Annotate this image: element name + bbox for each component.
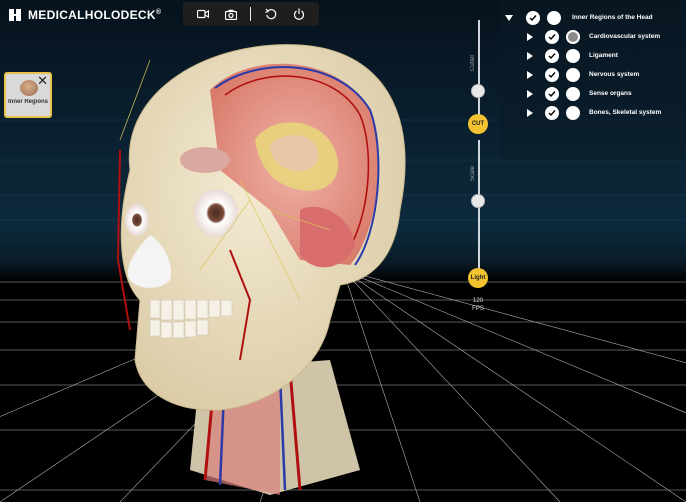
tree-row-cardiovascular: Cardiovascular system (505, 27, 686, 46)
model-card-label: Inner Regions ... (8, 99, 50, 105)
brand-logo-group: MEDICALHOLODECK® (8, 8, 161, 22)
fps-counter: 120 FPS (466, 297, 490, 313)
opacity-toggle[interactable] (566, 105, 580, 120)
visibility-checkbox[interactable] (545, 105, 559, 120)
tree-label-inner-regions: Inner Regions of the Head (572, 14, 653, 21)
power-icon (293, 8, 304, 20)
checkmark-icon (548, 90, 556, 97)
video-camera-icon (197, 9, 210, 19)
tree-row-ligament: Ligament (505, 46, 686, 65)
power-button[interactable] (290, 5, 308, 23)
camera-icon (225, 9, 238, 20)
light-button[interactable]: Light (468, 268, 488, 288)
cutter-label: Cutter (470, 54, 476, 72)
collapse-arrow-icon[interactable] (505, 14, 513, 21)
checkmark-icon (548, 52, 556, 59)
checkmark-icon (548, 71, 556, 78)
cut-button[interactable]: CUT (468, 114, 488, 134)
close-icon[interactable]: ✕ (37, 74, 48, 87)
opacity-toggle[interactable] (547, 10, 561, 25)
fps-value: 120 (472, 298, 483, 304)
checkmark-icon (548, 109, 556, 116)
model-thumbnail (20, 80, 38, 96)
opacity-toggle[interactable] (566, 48, 580, 63)
expand-arrow-icon[interactable] (527, 32, 533, 41)
toolbar-divider (250, 7, 252, 21)
tree-label-ligament: Ligament (589, 52, 618, 59)
model-card-inner-regions[interactable]: ✕ Inner Regions ... (4, 72, 52, 118)
tree-root-row: Inner Regions of the Head (505, 8, 686, 27)
tree-row-nervous: Nervous system (505, 65, 686, 84)
expand-arrow-icon[interactable] (527, 89, 533, 98)
visibility-checkbox[interactable] (545, 86, 559, 101)
tree-label-cardiovascular: Cardiovascular system (589, 33, 661, 40)
opacity-toggle[interactable] (566, 29, 580, 44)
video-record-button[interactable] (194, 5, 212, 23)
tree-label-nervous: Nervous system (589, 71, 640, 78)
app-title: MEDICALHOLODECK® (28, 8, 162, 22)
screenshot-button[interactable] (222, 5, 240, 23)
fps-unit: FPS (472, 306, 484, 312)
opacity-toggle[interactable] (566, 67, 580, 82)
scale-slider-handle[interactable] (471, 194, 485, 208)
checkmark-icon (529, 14, 537, 21)
tree-label-bones: Bones, Skeletal system (589, 109, 662, 116)
expand-arrow-icon[interactable] (527, 108, 533, 117)
visibility-checkbox[interactable] (545, 48, 559, 63)
tree-label-sense-organs: Sense organs (589, 90, 632, 97)
reset-view-button[interactable] (262, 5, 280, 23)
visibility-checkbox[interactable] (526, 10, 540, 25)
medicalholodeck-logo-icon (9, 9, 21, 21)
expand-arrow-icon[interactable] (527, 70, 533, 79)
tree-row-sense-organs: Sense organs (505, 84, 686, 103)
top-toolbar (183, 2, 319, 26)
tree-row-bones: Bones, Skeletal system (505, 103, 686, 122)
rotate-ccw-icon (264, 8, 276, 20)
visibility-checkbox[interactable] (545, 29, 559, 44)
layer-tree: Inner Regions of the Head Cardiovascular… (505, 8, 686, 122)
visibility-checkbox[interactable] (545, 67, 559, 82)
expand-arrow-icon[interactable] (527, 51, 533, 60)
scale-label: Scale (470, 165, 476, 181)
opacity-toggle[interactable] (566, 86, 580, 101)
cutter-slider-handle[interactable] (471, 84, 485, 98)
checkmark-icon (548, 33, 556, 40)
